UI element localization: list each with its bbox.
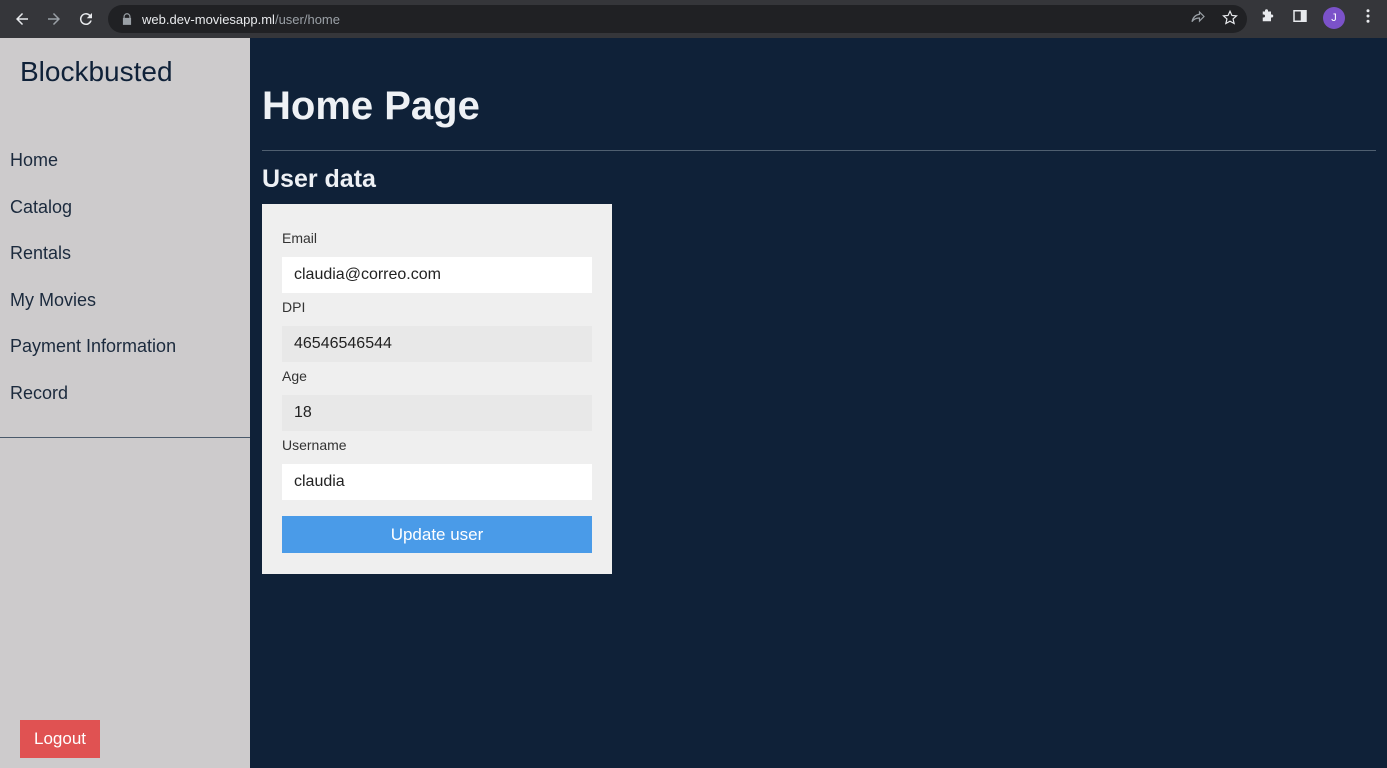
sidebar-divider: [0, 437, 250, 438]
sidebar-item-home[interactable]: Home: [10, 150, 176, 197]
user-data-form: Email DPI Age Username Update user: [262, 204, 612, 574]
sidebar-item-record[interactable]: Record: [10, 383, 176, 430]
lock-icon: [120, 12, 134, 26]
profile-avatar[interactable]: J: [1323, 7, 1345, 29]
sidebar-menu: Home Catalog Rentals My Movies Payment I…: [10, 150, 176, 429]
reload-icon: [79, 13, 92, 26]
side-panel-icon[interactable]: [1291, 7, 1309, 29]
update-user-button[interactable]: Update user: [282, 516, 592, 553]
logout-button[interactable]: Logout: [20, 720, 100, 758]
section-title: User data: [262, 165, 376, 193]
reload-button[interactable]: [70, 3, 102, 35]
email-field[interactable]: [282, 257, 592, 293]
bookmark-star-icon[interactable]: [1221, 9, 1239, 31]
dpi-field[interactable]: [282, 326, 592, 362]
dpi-label: DPI: [282, 299, 306, 315]
menu-kebab-icon[interactable]: [1359, 7, 1377, 29]
browser-toolbar: web.dev-moviesapp.ml/user/home J: [0, 0, 1387, 38]
page-title: Home Page: [262, 84, 480, 128]
url-host: web.dev-moviesapp.ml: [142, 11, 275, 27]
back-arrow-icon: [16, 13, 28, 25]
age-field[interactable]: [282, 395, 592, 431]
url-path: /user/home: [274, 11, 340, 27]
main-content: Home Page User data Email DPI Age Userna…: [250, 38, 1387, 768]
username-field[interactable]: [282, 464, 592, 500]
title-divider: [262, 150, 1376, 151]
sidebar-item-rentals[interactable]: Rentals: [10, 243, 176, 290]
url-text: web.dev-moviesapp.ml/user/home: [142, 12, 340, 27]
forward-button[interactable]: [38, 3, 70, 35]
address-bar[interactable]: web.dev-moviesapp.ml/user/home: [108, 5, 1247, 33]
age-label: Age: [282, 368, 307, 384]
sidebar-item-my-movies[interactable]: My Movies: [10, 290, 176, 337]
brand-logo-text: Blockbusted: [20, 56, 173, 87]
sidebar-item-catalog[interactable]: Catalog: [10, 197, 176, 244]
username-label: Username: [282, 437, 347, 453]
forward-arrow-icon: [48, 13, 60, 25]
sidebar-item-payment-information[interactable]: Payment Information: [10, 336, 176, 383]
share-icon[interactable]: [1189, 9, 1207, 31]
back-button[interactable]: [6, 3, 38, 35]
sidebar: Blockbusted Home Catalog Rentals My Movi…: [0, 38, 250, 768]
extensions-puzzle-icon[interactable]: [1259, 7, 1277, 29]
email-label: Email: [282, 230, 318, 246]
